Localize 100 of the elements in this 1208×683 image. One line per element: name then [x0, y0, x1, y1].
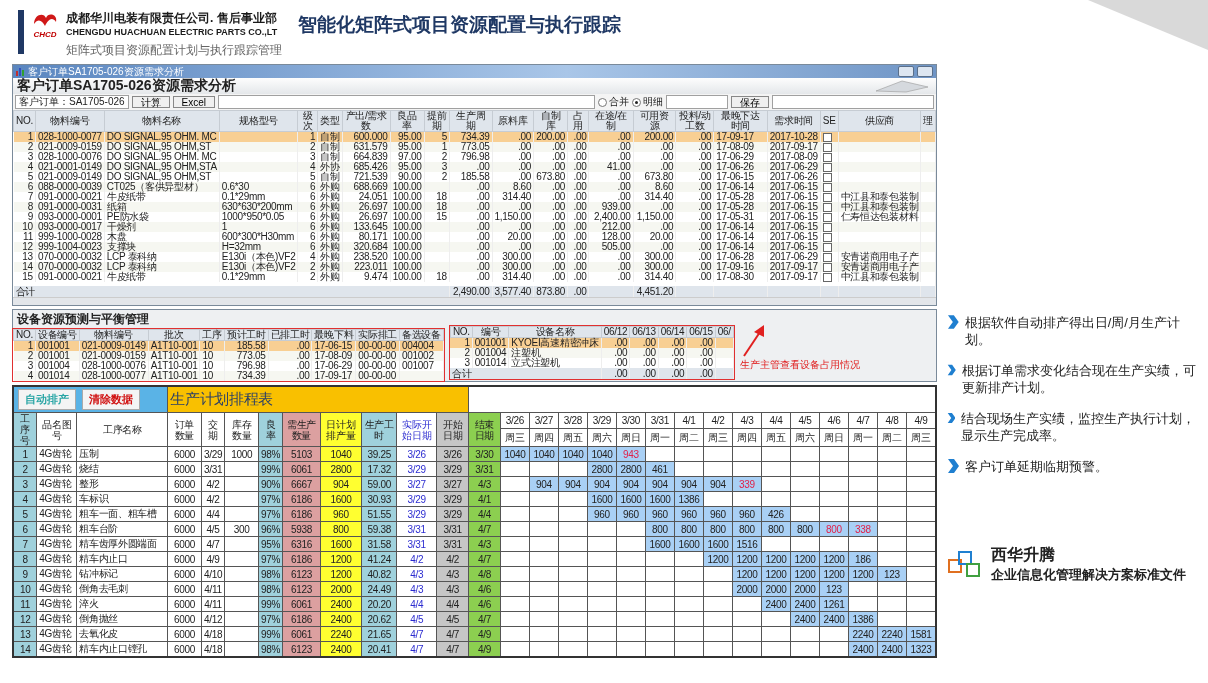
table-cell: 6	[297, 182, 318, 192]
checkbox[interactable]	[822, 242, 832, 252]
table-cell: 17-09-17	[713, 131, 768, 142]
table-cell: .00	[601, 337, 630, 348]
table-cell: 2017-09-17	[767, 262, 821, 272]
table-cell: 001004	[472, 348, 509, 358]
checkbox[interactable]	[822, 182, 832, 192]
window-heading: 客户订单SA1705-026资源需求分析	[17, 77, 236, 95]
horizontal-scrollbar[interactable]	[13, 297, 936, 305]
table-cell: 4	[13, 371, 36, 381]
table-cell: 088-0000-0039	[35, 182, 105, 192]
checkbox[interactable]	[822, 272, 832, 282]
minimize-button[interactable]	[898, 66, 914, 77]
table-cell: 100.00	[390, 202, 425, 212]
save-button[interactable]: 保存	[731, 96, 769, 108]
column-header: 编号	[472, 326, 509, 338]
table-cell: 1	[219, 222, 298, 232]
table-cell: 685.426	[342, 162, 391, 172]
weekday-header: 周日	[819, 428, 849, 447]
chevron-icon	[947, 362, 956, 378]
input-field[interactable]	[666, 95, 728, 109]
checkbox[interactable]	[822, 132, 832, 142]
table-cell: 17-08-30	[713, 272, 768, 282]
schedule-title: 生产计划排程表	[167, 386, 469, 413]
checkbox[interactable]	[822, 232, 832, 242]
bullet-text: 结合现场生产实绩，监控生产执行计划，显示生产完成率。	[961, 410, 1197, 444]
checkbox[interactable]	[822, 152, 832, 162]
table-cell: 95.00	[390, 131, 425, 142]
table-cell: .00	[533, 182, 568, 192]
total-label: 合计	[13, 286, 450, 297]
table-cell: 00-00-00	[355, 340, 400, 351]
bullet-text: 根据软件自动排产得出日/周/月生产计划。	[964, 314, 1181, 348]
toolbar-button[interactable]: 计算	[131, 96, 170, 108]
radio-button[interactable]	[598, 97, 607, 107]
column-header: 工序	[199, 329, 225, 341]
chevron-icon	[947, 458, 959, 474]
table-cell: 0.6*30	[219, 182, 298, 192]
table-cell: 6	[297, 202, 318, 212]
table-cell: 99%	[258, 596, 283, 612]
checkbox[interactable]	[822, 172, 832, 182]
logo-icon	[947, 549, 983, 580]
table-cell: 98%	[258, 566, 283, 582]
table-cell: 90%	[258, 476, 283, 492]
table-cell: .00	[675, 131, 714, 142]
table-cell: .00	[449, 262, 493, 272]
checkbox[interactable]	[822, 142, 832, 152]
table-cell: 17-08-09	[311, 351, 356, 361]
table-cell: A1T10-001	[148, 371, 200, 381]
table-cell: .00	[675, 142, 714, 152]
input-field[interactable]	[218, 95, 595, 109]
schedule-button[interactable]: 清除数据	[82, 389, 140, 410]
column-header: 原料库	[492, 110, 534, 132]
checkbox[interactable]	[822, 202, 832, 212]
checkbox[interactable]	[822, 162, 832, 172]
table-cell: 外购	[317, 182, 343, 192]
table-cell: 631.579	[342, 142, 391, 152]
date-header: 4/4	[761, 412, 791, 429]
table-cell: 091-0000-0021	[35, 272, 105, 282]
column-header: 可用资源	[633, 110, 676, 132]
table-cell: 939.00	[588, 202, 633, 212]
column-header: 06/12	[601, 326, 630, 338]
table-cell: 6	[297, 222, 318, 232]
column-header: 生产周期	[449, 110, 493, 132]
table-cell: 95%	[258, 536, 283, 552]
toolbar-button[interactable]: Excel	[172, 96, 216, 108]
table-cell: 外购	[317, 262, 343, 272]
checkbox[interactable]	[822, 192, 832, 202]
radio-button[interactable]	[632, 97, 641, 107]
checkbox[interactable]	[822, 222, 832, 232]
table-cell: 注塑机	[508, 348, 602, 358]
input-field[interactable]	[772, 95, 934, 109]
table-cell: 14	[13, 262, 36, 272]
table-cell: .00	[675, 222, 714, 232]
table-cell: 212.00	[588, 222, 633, 232]
column-header: 设备名称	[508, 326, 602, 338]
table-cell: 17-09-16	[713, 262, 768, 272]
checkbox[interactable]	[822, 252, 832, 262]
table-cell: 外购	[317, 202, 343, 212]
checkbox[interactable]	[822, 212, 832, 222]
table-cell: 17-05-28	[713, 202, 768, 212]
weekday-header: 周五	[558, 428, 588, 447]
table-cell: 95.00	[390, 142, 425, 152]
table-cell: 10	[199, 351, 225, 361]
table-cell: .00	[449, 242, 493, 252]
weekday-header: 周六	[587, 428, 617, 447]
column-header: 06/13	[629, 326, 659, 338]
checkbox[interactable]	[822, 262, 832, 272]
table-cell: 2	[13, 351, 36, 361]
total-label: 合计	[450, 368, 602, 379]
chevron-icon	[947, 410, 956, 426]
restore-button[interactable]	[917, 66, 933, 77]
order-field[interactable]: 客户订单：SA1705-026	[15, 95, 129, 109]
table-cell: .00	[629, 348, 659, 358]
table-cell: 314.40	[633, 272, 676, 282]
date-header: 3/28	[558, 412, 588, 429]
table-cell: 093-0000-0017	[35, 222, 105, 232]
logo-text: CHCD	[33, 30, 57, 39]
table-cell: .00	[449, 272, 493, 282]
table-cell: 97%	[258, 506, 283, 522]
date-header: 3/29	[587, 412, 617, 429]
